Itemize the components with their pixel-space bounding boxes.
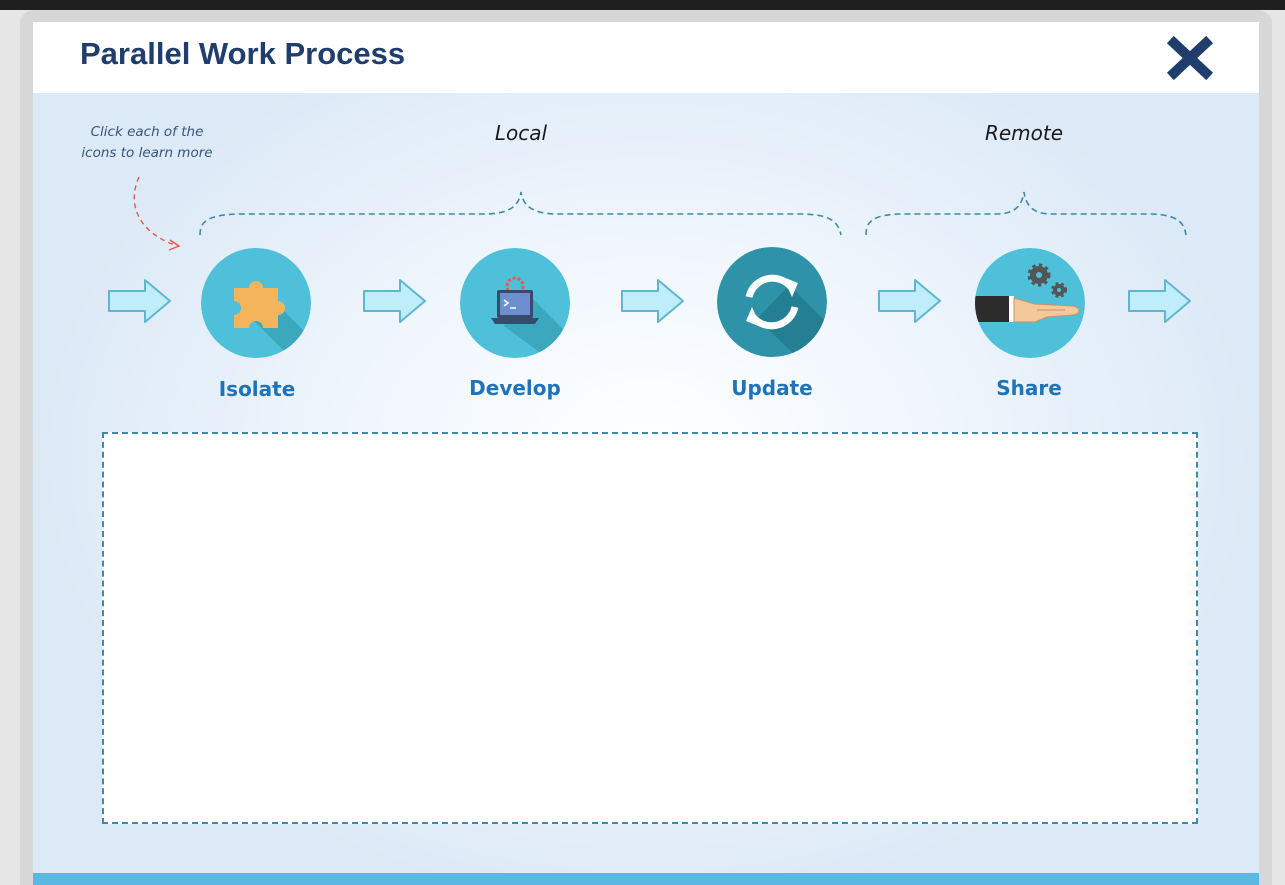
laptop-terminal-icon: [460, 248, 570, 358]
flow-arrow-3: [621, 279, 684, 323]
hand-gears-icon: [975, 248, 1085, 358]
hint-line-2: icons to learn more: [81, 145, 213, 161]
bottom-accent-bar: [33, 873, 1259, 885]
process-diagram-area: Click each of the icons to learn more Lo…: [33, 93, 1259, 885]
develop-step-button[interactable]: [460, 248, 570, 358]
step-detail-box: [102, 432, 1198, 824]
close-button[interactable]: [1165, 32, 1215, 82]
group-label-local: Local: [494, 121, 548, 145]
step-label-update: Update: [731, 376, 813, 400]
modal-header: Parallel Work Process: [33, 22, 1259, 93]
step-label-isolate: Isolate: [218, 377, 296, 401]
flow-arrow-1: [108, 279, 171, 323]
refresh-icon: [717, 247, 827, 357]
share-step-button[interactable]: [975, 248, 1085, 358]
flow-arrow-2: [363, 279, 426, 323]
modal-panel: Parallel Work Process Click each of the …: [33, 22, 1259, 885]
hint-line-1: Click each of the: [90, 124, 204, 140]
step-label-develop: Develop: [469, 376, 561, 400]
step-label-share: Share: [996, 376, 1062, 400]
instruction-hint: Click each of the icons to learn more: [77, 122, 217, 164]
page-title: Parallel Work Process: [80, 36, 406, 71]
hint-pointer-arrow: [133, 176, 181, 251]
remote-brace: [865, 191, 1187, 236]
local-brace: [199, 191, 842, 236]
isolate-step-button[interactable]: [201, 248, 311, 358]
group-label-remote: Remote: [984, 121, 1064, 145]
puzzle-piece-icon: [201, 248, 311, 358]
top-bar: [0, 0, 1285, 10]
close-icon: [1166, 35, 1214, 81]
flow-arrow-5: [1128, 279, 1191, 323]
update-step-button[interactable]: [717, 247, 827, 357]
flow-arrow-4: [878, 279, 941, 323]
